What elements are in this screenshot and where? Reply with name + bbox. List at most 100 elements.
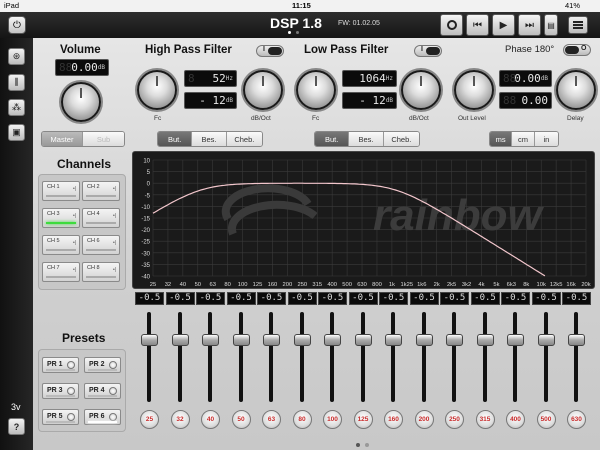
channel-label: CH 2 bbox=[87, 184, 100, 190]
master-button[interactable]: Master bbox=[42, 132, 84, 146]
eq-freq-button-5[interactable]: 63 bbox=[262, 410, 281, 429]
eq-freq-button-11[interactable]: 250 bbox=[445, 410, 464, 429]
preset-button-1[interactable]: PR 1 bbox=[42, 357, 79, 373]
rewind-button[interactable]: ⏮ bbox=[466, 14, 489, 36]
lpf-slope-display: - 12dB bbox=[342, 92, 397, 109]
steering-wheel-button[interactable]: ⊛ bbox=[8, 48, 25, 65]
eq-slider-handle-13[interactable] bbox=[507, 334, 524, 346]
eq-freq-button-3[interactable]: 40 bbox=[201, 410, 220, 429]
hpf-bessel-button[interactable]: Bes. bbox=[192, 132, 227, 146]
eq-slider-track-6[interactable] bbox=[299, 312, 304, 402]
eq-slider-handle-5[interactable] bbox=[263, 334, 280, 346]
unit-in-button[interactable]: in bbox=[534, 132, 558, 146]
lpf-bessel-button[interactable]: Bes. bbox=[349, 132, 384, 146]
eq-slider-handle-1[interactable] bbox=[141, 334, 158, 346]
unit-cm-button[interactable]: cm bbox=[512, 132, 535, 146]
channel-button-6[interactable]: CH 6 •| bbox=[82, 235, 120, 255]
hpf-freq-knob[interactable] bbox=[137, 70, 177, 110]
channel-button-2[interactable]: CH 2 •| bbox=[82, 181, 120, 201]
eq-slider-handle-6[interactable] bbox=[293, 334, 311, 346]
eq-slider-handle-9[interactable] bbox=[385, 334, 402, 346]
eq-freq-button-2[interactable]: 32 bbox=[170, 410, 190, 429]
frequency-graph[interactable]: rainbow 10 5 0 -5 -10 -15 -20 -25 -30 -35 -40 25 32 4… bbox=[132, 151, 595, 289]
sub-button[interactable]: Sub bbox=[83, 132, 124, 146]
eq-slider-track-2[interactable] bbox=[177, 312, 182, 402]
eq-slider-track-11[interactable] bbox=[452, 312, 456, 402]
graph-y-tick: -20 bbox=[141, 228, 150, 234]
eq-freq-button-8[interactable]: 125 bbox=[353, 410, 373, 429]
preset-button-6[interactable]: PR 6 bbox=[84, 409, 121, 425]
save-button[interactable]: ▤ bbox=[544, 14, 558, 36]
eq-slider-track-13[interactable] bbox=[513, 312, 517, 402]
out-level-knob[interactable] bbox=[454, 70, 494, 110]
delay-knob[interactable] bbox=[556, 70, 596, 110]
eq-freq-button-6[interactable]: 80 bbox=[292, 410, 312, 429]
preset-button-4[interactable]: PR 4 bbox=[84, 383, 121, 399]
preset-button-3[interactable]: PR 3 bbox=[42, 383, 79, 399]
eq-freq-button-15[interactable]: 630 bbox=[567, 410, 586, 429]
phase-toggle[interactable]: O bbox=[563, 44, 591, 56]
power-icon[interactable]: ⏻ bbox=[8, 16, 26, 34]
eq-slider-track-4[interactable] bbox=[238, 312, 243, 402]
channel-button-3[interactable]: CH 3 •| bbox=[42, 208, 80, 228]
eq-slider-track-8[interactable] bbox=[360, 312, 365, 402]
routing-button[interactable]: ⁂ bbox=[8, 99, 25, 116]
help-button[interactable]: ? bbox=[8, 418, 25, 435]
eq-freq-button-7[interactable]: 100 bbox=[323, 410, 342, 429]
eq-freq-button-13[interactable]: 400 bbox=[506, 410, 525, 429]
eq-freq-button-4[interactable]: 50 bbox=[231, 410, 251, 429]
hpf-toggle[interactable]: I bbox=[256, 45, 284, 57]
record-button[interactable] bbox=[440, 14, 463, 36]
eq-slider-track-3[interactable] bbox=[208, 312, 212, 402]
eq-slider-handle-8[interactable] bbox=[354, 334, 372, 346]
channel-button-7[interactable]: CH 7 •| bbox=[42, 262, 80, 282]
eq-freq-button-12[interactable]: 315 bbox=[475, 410, 495, 429]
play-button[interactable]: ▶ bbox=[492, 14, 515, 36]
hpf-slope-knob[interactable] bbox=[243, 70, 283, 110]
eq-slider-track-14[interactable] bbox=[543, 312, 548, 402]
eq-slider-handle-7[interactable] bbox=[324, 334, 341, 346]
hpf-chebyshev-button[interactable]: Cheb. bbox=[226, 132, 262, 146]
eq-freq-button-9[interactable]: 160 bbox=[384, 410, 403, 429]
graph-x-tick: 10k bbox=[537, 282, 546, 288]
forward-button[interactable]: ⏭ bbox=[518, 14, 541, 36]
eq-slider-track-7[interactable] bbox=[330, 312, 334, 402]
menu-button[interactable] bbox=[568, 16, 588, 34]
eq-freq-button-14[interactable]: 500 bbox=[536, 410, 556, 429]
channel-button-1[interactable]: CH 1 •| bbox=[42, 181, 80, 201]
eq-slider-track-9[interactable] bbox=[391, 312, 395, 402]
eq-slider-track-1[interactable] bbox=[147, 312, 151, 402]
eq-freq-button-1[interactable]: 25 bbox=[140, 410, 159, 429]
eq-freq-button-10[interactable]: 200 bbox=[414, 410, 434, 429]
lpf-butterworth-button[interactable]: But. bbox=[315, 132, 350, 146]
eq-slider-handle-14[interactable] bbox=[537, 334, 555, 346]
chip-button[interactable]: ▣ bbox=[8, 124, 25, 141]
channel-button-4[interactable]: CH 4 •| bbox=[82, 208, 120, 228]
eq-slider-track-15[interactable] bbox=[574, 312, 578, 402]
eq-slider-handle-4[interactable] bbox=[232, 334, 250, 346]
lpf-chebyshev-button[interactable]: Cheb. bbox=[383, 132, 419, 146]
eq-slider-handle-2[interactable] bbox=[171, 334, 189, 346]
eq-slider-handle-15[interactable] bbox=[568, 334, 585, 346]
lpf-toggle[interactable]: I bbox=[414, 45, 442, 57]
mixer-button[interactable]: ⫼ bbox=[8, 74, 25, 91]
eq-slider-track-10[interactable] bbox=[421, 312, 426, 402]
lpf-freq-knob[interactable] bbox=[296, 70, 336, 110]
eq-slider-handle-12[interactable] bbox=[476, 334, 494, 346]
link-icon: •| bbox=[112, 267, 116, 273]
preset-button-2[interactable]: PR 2 bbox=[84, 357, 121, 373]
channel-button-5[interactable]: CH 5 •| bbox=[42, 235, 80, 255]
eq-slider-track-12[interactable] bbox=[482, 312, 487, 402]
hpf-butterworth-button[interactable]: But. bbox=[158, 132, 193, 146]
status-bar: iPad 11:15 41% bbox=[0, 0, 600, 12]
channel-button-8[interactable]: CH 8 •| bbox=[82, 262, 120, 282]
hpf-slope-label: dB/Oct bbox=[251, 115, 271, 122]
preset-button-5[interactable]: PR 5 bbox=[42, 409, 79, 425]
lpf-slope-knob[interactable] bbox=[401, 70, 441, 110]
eq-slider-handle-3[interactable] bbox=[202, 334, 219, 346]
volume-knob[interactable] bbox=[61, 82, 101, 122]
eq-slider-handle-11[interactable] bbox=[446, 334, 463, 346]
unit-ms-button[interactable]: ms bbox=[490, 132, 513, 146]
eq-slider-track-5[interactable] bbox=[269, 312, 273, 402]
eq-slider-handle-10[interactable] bbox=[415, 334, 433, 346]
